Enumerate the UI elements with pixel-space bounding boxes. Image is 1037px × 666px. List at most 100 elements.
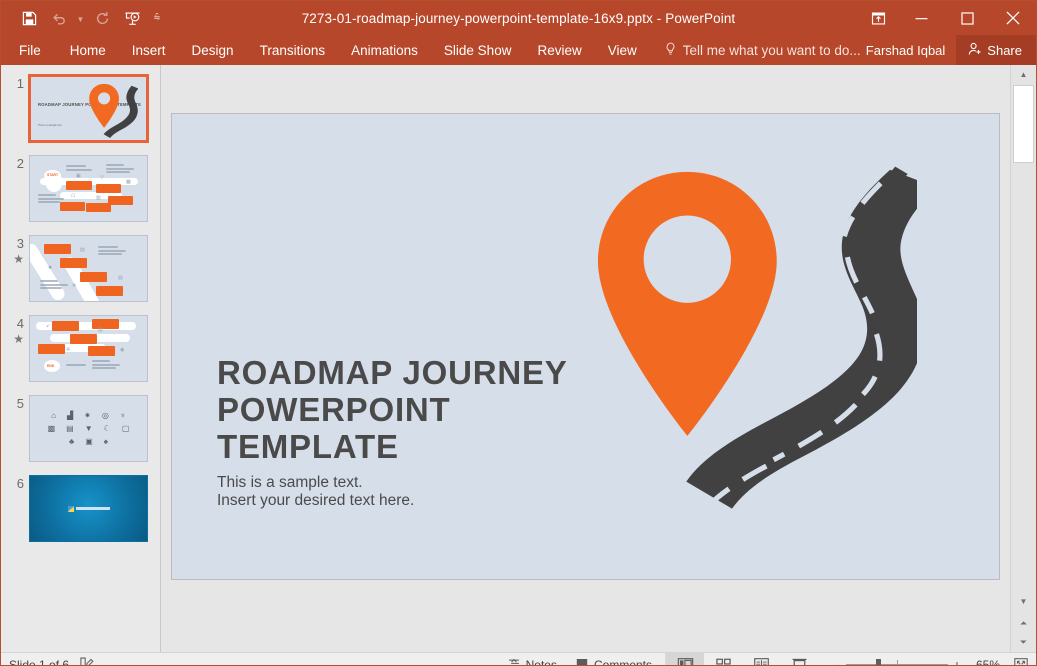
animation-star-icon: ★ <box>13 332 24 346</box>
comments-button[interactable]: Comments <box>566 653 661 665</box>
tell-me-search[interactable]: Tell me what you want to do... <box>664 35 861 65</box>
slide-thumbnail-6[interactable] <box>29 475 148 542</box>
icon-row: ▩ ▤ ▼ ☾ ▢ <box>47 423 130 433</box>
filter-icon: ▼ <box>84 423 93 433</box>
thumb-subtitle-text: This is a sample text. <box>38 124 63 127</box>
scrollbar-thumb[interactable] <box>1013 85 1034 163</box>
status-right-group: Notes Comments − + 65% <box>498 653 1036 666</box>
slide-show-view-button[interactable] <box>780 653 818 665</box>
thumb-meta-1: 1 <box>7 75 29 91</box>
scrollbar-track[interactable] <box>1011 83 1036 592</box>
share-label: Share <box>987 42 1022 58</box>
slide-pane-scrollbar[interactable]: ▲ ▼ ⏶ ⏷ <box>1010 65 1036 652</box>
icon-row: ⌂ ▟ ✷ ◎ ♆ <box>51 410 126 420</box>
previous-slide-button[interactable]: ⏶ <box>1011 614 1036 633</box>
zoom-slider[interactable] <box>846 658 948 665</box>
normal-view-button[interactable] <box>666 653 704 665</box>
moon-icon: ☾ <box>103 423 111 433</box>
comment-icon <box>575 657 589 665</box>
redo-button[interactable] <box>88 5 116 31</box>
logo-mark-icon <box>67 505 74 512</box>
share-button[interactable]: Share <box>956 35 1036 65</box>
slide-thumbnail-5[interactable]: ⌂ ▟ ✷ ◎ ♆ ▩ ▤ ▼ ☾ ▢ ♣ ▣ ♠ <box>29 395 148 462</box>
tab-view[interactable]: View <box>595 35 650 65</box>
zoom-in-button[interactable]: + <box>948 658 966 666</box>
tab-transitions[interactable]: Transitions <box>247 35 339 65</box>
slide-sorter-view-button[interactable] <box>704 653 742 665</box>
slide-thumbnail-4[interactable]: END ↙ ▧ ✇ ◉ <box>29 315 148 382</box>
user-account-name[interactable]: Farshad Iqbal <box>855 35 957 65</box>
list-item[interactable]: 6 <box>7 475 152 542</box>
quick-access-toolbar: ▼ ⩯ <box>1 1 166 35</box>
reading-view-button[interactable] <box>742 653 780 665</box>
notes-label: Notes <box>525 657 557 666</box>
zoom-slider-thumb[interactable] <box>876 658 881 665</box>
tab-file[interactable]: File <box>1 35 57 65</box>
thumb-meta-3: 3 ★ <box>7 235 29 266</box>
slide-number: 1 <box>16 76 24 91</box>
thumb-logo <box>67 505 110 512</box>
tab-review[interactable]: Review <box>524 35 594 65</box>
slide-indicator[interactable]: Slide 1 of 6 <box>9 658 69 666</box>
slide-thumbnail-1[interactable]: ROADMAP JOURNEY POWERPOINT TEMPLATE This… <box>28 74 149 143</box>
scroll-down-button[interactable]: ▼ <box>1011 592 1036 610</box>
current-slide[interactable]: ROADMAP JOURNEY POWERPOINT TEMPLATE This… <box>171 113 1000 580</box>
maximize-button[interactable] <box>944 1 990 35</box>
notes-icon <box>507 657 521 666</box>
thumb-meta-5: 5 <box>7 395 29 411</box>
tab-slide-show[interactable]: Slide Show <box>431 35 525 65</box>
ribbon-display-options-button[interactable] <box>858 1 898 35</box>
tab-animations[interactable]: Animations <box>338 35 431 65</box>
slide-thumbnails-list: 1 ROADMAP JOURNEY POWERPOINT TEMPLATE Th… <box>1 65 160 652</box>
customize-quick-access-toolbar-icon[interactable]: ⩯ <box>148 5 166 31</box>
minimize-button[interactable] <box>898 1 944 35</box>
slide-thumbnail-3[interactable]: ▨ ✸ ✲ ▤ <box>29 235 148 302</box>
list-item[interactable]: 2 START ▣ ▽ ▦ ☖ ▥ <box>7 155 152 222</box>
save-button[interactable] <box>15 5 43 31</box>
view-buttons-group <box>665 653 818 665</box>
headphones-icon: ⌂ <box>51 410 56 420</box>
list-item[interactable]: 3 ★ ▨ ✸ ✲ ▤ <box>7 235 152 302</box>
thumb-meta-4: 4 ★ <box>7 315 29 346</box>
thumb-map-pin-road-icon <box>86 83 139 138</box>
list-item[interactable]: 1 ROADMAP JOURNEY POWERPOINT TEMPLATE Th… <box>7 74 152 143</box>
slide-title-textbox[interactable]: ROADMAP JOURNEY POWERPOINT TEMPLATE <box>217 354 617 465</box>
list-item[interactable]: 5 ⌂ ▟ ✷ ◎ ♆ ▩ ▤ ▼ ☾ ▢ ♣ ▣ ♠ <box>7 395 152 462</box>
slide-subtitle-line-2: Insert your desired text here. <box>217 492 415 509</box>
next-slide-button[interactable]: ⏷ <box>1011 633 1036 652</box>
map-pin-and-road-graphic[interactable] <box>572 149 937 544</box>
notes-button[interactable]: Notes <box>498 653 566 666</box>
list-item[interactable]: 4 ★ END ↙ ▧ ✇ ◉ <box>7 315 152 382</box>
fit-slide-to-window-button[interactable] <box>1006 653 1036 665</box>
title-bar: ▼ ⩯ 7273-01-roadmap-journey-powerpoint-t… <box>1 1 1036 35</box>
close-button[interactable] <box>990 1 1036 35</box>
trophy-icon: ♆ <box>119 410 126 420</box>
tab-design[interactable]: Design <box>179 35 247 65</box>
lightbulb-icon <box>664 42 677 59</box>
thumb-meta-2: 2 <box>7 155 29 171</box>
slide-number: 4 <box>16 316 24 331</box>
slide-subtitle-textbox[interactable]: This is a sample text. Insert your desir… <box>217 474 577 510</box>
ribbon-tab-bar: File Home Insert Design Transitions Anim… <box>1 35 1036 65</box>
target-icon: ▩ <box>47 423 56 433</box>
status-left-group: Slide 1 of 6 <box>1 656 94 666</box>
undo-button[interactable] <box>45 5 73 31</box>
gear-icon: ✷ <box>84 410 91 420</box>
undo-dropdown-icon[interactable]: ▼ <box>75 5 86 31</box>
tab-insert[interactable]: Insert <box>119 35 179 65</box>
window-controls <box>858 1 1036 35</box>
slide-editing-pane[interactable]: ROADMAP JOURNEY POWERPOINT TEMPLATE This… <box>161 65 1010 652</box>
slide-number: 2 <box>16 156 24 171</box>
tab-home[interactable]: Home <box>57 35 119 65</box>
zoom-out-button[interactable]: − <box>828 658 846 666</box>
book-icon: ▢ <box>121 423 130 433</box>
slide-thumbnail-2[interactable]: START ▣ ▽ ▦ ☖ ▥ <box>29 155 148 222</box>
spelling-notes-icon[interactable] <box>79 656 94 665</box>
scroll-up-button[interactable]: ▲ <box>1011 65 1036 83</box>
chart-icon: ▟ <box>67 410 74 420</box>
work-area: 1 ROADMAP JOURNEY POWERPOINT TEMPLATE Th… <box>1 65 1036 652</box>
animation-star-icon: ★ <box>13 252 24 266</box>
start-presentation-button[interactable] <box>118 5 146 31</box>
slide-thumbnails-pane[interactable]: 1 ROADMAP JOURNEY POWERPOINT TEMPLATE Th… <box>1 65 161 652</box>
zoom-level-label[interactable]: 65% <box>966 658 1000 666</box>
